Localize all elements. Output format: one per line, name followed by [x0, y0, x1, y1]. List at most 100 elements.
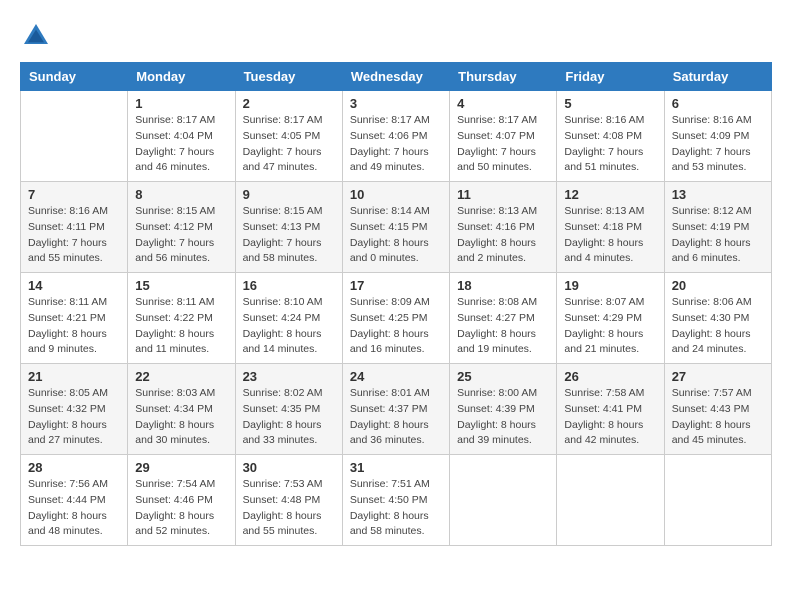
- table-cell: 20 Sunrise: 8:06 AMSunset: 4:30 PMDaylig…: [664, 273, 771, 364]
- table-cell: 1 Sunrise: 8:17 AMSunset: 4:04 PMDayligh…: [128, 91, 235, 182]
- day-number: 6: [672, 96, 764, 111]
- day-number: 16: [243, 278, 335, 293]
- day-detail: Sunrise: 8:14 AMSunset: 4:15 PMDaylight:…: [350, 205, 430, 264]
- day-number: 10: [350, 187, 442, 202]
- table-cell: 28 Sunrise: 7:56 AMSunset: 4:44 PMDaylig…: [21, 455, 128, 546]
- day-number: 13: [672, 187, 764, 202]
- day-detail: Sunrise: 8:12 AMSunset: 4:19 PMDaylight:…: [672, 205, 752, 264]
- col-tuesday: Tuesday: [235, 63, 342, 91]
- day-detail: Sunrise: 8:13 AMSunset: 4:16 PMDaylight:…: [457, 205, 537, 264]
- day-number: 2: [243, 96, 335, 111]
- day-detail: Sunrise: 8:16 AMSunset: 4:11 PMDaylight:…: [28, 205, 108, 264]
- header-row: Sunday Monday Tuesday Wednesday Thursday…: [21, 63, 772, 91]
- day-number: 22: [135, 369, 227, 384]
- day-detail: Sunrise: 8:17 AMSunset: 4:05 PMDaylight:…: [243, 114, 323, 173]
- week-row-1: 1 Sunrise: 8:17 AMSunset: 4:04 PMDayligh…: [21, 91, 772, 182]
- day-detail: Sunrise: 7:58 AMSunset: 4:41 PMDaylight:…: [564, 387, 644, 446]
- table-cell: 5 Sunrise: 8:16 AMSunset: 4:08 PMDayligh…: [557, 91, 664, 182]
- day-detail: Sunrise: 8:11 AMSunset: 4:22 PMDaylight:…: [135, 296, 214, 355]
- week-row-2: 7 Sunrise: 8:16 AMSunset: 4:11 PMDayligh…: [21, 182, 772, 273]
- day-number: 27: [672, 369, 764, 384]
- day-number: 23: [243, 369, 335, 384]
- day-number: 21: [28, 369, 120, 384]
- day-number: 28: [28, 460, 120, 475]
- table-cell: 17 Sunrise: 8:09 AMSunset: 4:25 PMDaylig…: [342, 273, 449, 364]
- table-cell: 10 Sunrise: 8:14 AMSunset: 4:15 PMDaylig…: [342, 182, 449, 273]
- logo-icon: [20, 20, 52, 52]
- day-detail: Sunrise: 8:16 AMSunset: 4:08 PMDaylight:…: [564, 114, 644, 173]
- day-detail: Sunrise: 8:17 AMSunset: 4:04 PMDaylight:…: [135, 114, 215, 173]
- day-detail: Sunrise: 8:07 AMSunset: 4:29 PMDaylight:…: [564, 296, 644, 355]
- day-detail: Sunrise: 7:54 AMSunset: 4:46 PMDaylight:…: [135, 478, 215, 537]
- day-number: 29: [135, 460, 227, 475]
- col-saturday: Saturday: [664, 63, 771, 91]
- table-cell: 18 Sunrise: 8:08 AMSunset: 4:27 PMDaylig…: [450, 273, 557, 364]
- day-number: 7: [28, 187, 120, 202]
- table-cell: 30 Sunrise: 7:53 AMSunset: 4:48 PMDaylig…: [235, 455, 342, 546]
- table-cell: 23 Sunrise: 8:02 AMSunset: 4:35 PMDaylig…: [235, 364, 342, 455]
- col-thursday: Thursday: [450, 63, 557, 91]
- table-cell: [450, 455, 557, 546]
- day-number: 17: [350, 278, 442, 293]
- day-number: 30: [243, 460, 335, 475]
- day-detail: Sunrise: 8:15 AMSunset: 4:12 PMDaylight:…: [135, 205, 215, 264]
- day-detail: Sunrise: 8:06 AMSunset: 4:30 PMDaylight:…: [672, 296, 752, 355]
- col-monday: Monday: [128, 63, 235, 91]
- day-detail: Sunrise: 7:57 AMSunset: 4:43 PMDaylight:…: [672, 387, 752, 446]
- col-friday: Friday: [557, 63, 664, 91]
- day-number: 14: [28, 278, 120, 293]
- table-cell: 6 Sunrise: 8:16 AMSunset: 4:09 PMDayligh…: [664, 91, 771, 182]
- table-cell: 16 Sunrise: 8:10 AMSunset: 4:24 PMDaylig…: [235, 273, 342, 364]
- table-cell: 12 Sunrise: 8:13 AMSunset: 4:18 PMDaylig…: [557, 182, 664, 273]
- table-cell: 8 Sunrise: 8:15 AMSunset: 4:12 PMDayligh…: [128, 182, 235, 273]
- day-detail: Sunrise: 8:16 AMSunset: 4:09 PMDaylight:…: [672, 114, 752, 173]
- day-detail: Sunrise: 7:51 AMSunset: 4:50 PMDaylight:…: [350, 478, 430, 537]
- day-detail: Sunrise: 8:11 AMSunset: 4:21 PMDaylight:…: [28, 296, 107, 355]
- day-detail: Sunrise: 8:00 AMSunset: 4:39 PMDaylight:…: [457, 387, 537, 446]
- table-cell: [557, 455, 664, 546]
- table-cell: 13 Sunrise: 8:12 AMSunset: 4:19 PMDaylig…: [664, 182, 771, 273]
- table-cell: 7 Sunrise: 8:16 AMSunset: 4:11 PMDayligh…: [21, 182, 128, 273]
- table-cell: [664, 455, 771, 546]
- day-number: 11: [457, 187, 549, 202]
- day-detail: Sunrise: 7:56 AMSunset: 4:44 PMDaylight:…: [28, 478, 108, 537]
- day-number: 9: [243, 187, 335, 202]
- week-row-3: 14 Sunrise: 8:11 AMSunset: 4:21 PMDaylig…: [21, 273, 772, 364]
- day-detail: Sunrise: 8:08 AMSunset: 4:27 PMDaylight:…: [457, 296, 537, 355]
- table-cell: 15 Sunrise: 8:11 AMSunset: 4:22 PMDaylig…: [128, 273, 235, 364]
- day-number: 24: [350, 369, 442, 384]
- day-number: 15: [135, 278, 227, 293]
- logo: [20, 20, 56, 52]
- day-number: 26: [564, 369, 656, 384]
- day-detail: Sunrise: 8:09 AMSunset: 4:25 PMDaylight:…: [350, 296, 430, 355]
- day-number: 5: [564, 96, 656, 111]
- day-number: 31: [350, 460, 442, 475]
- day-detail: Sunrise: 8:17 AMSunset: 4:07 PMDaylight:…: [457, 114, 537, 173]
- week-row-4: 21 Sunrise: 8:05 AMSunset: 4:32 PMDaylig…: [21, 364, 772, 455]
- col-sunday: Sunday: [21, 63, 128, 91]
- table-cell: 26 Sunrise: 7:58 AMSunset: 4:41 PMDaylig…: [557, 364, 664, 455]
- day-detail: Sunrise: 8:02 AMSunset: 4:35 PMDaylight:…: [243, 387, 323, 446]
- day-detail: Sunrise: 8:01 AMSunset: 4:37 PMDaylight:…: [350, 387, 430, 446]
- day-detail: Sunrise: 8:17 AMSunset: 4:06 PMDaylight:…: [350, 114, 430, 173]
- day-detail: Sunrise: 8:15 AMSunset: 4:13 PMDaylight:…: [243, 205, 323, 264]
- day-detail: Sunrise: 8:05 AMSunset: 4:32 PMDaylight:…: [28, 387, 108, 446]
- calendar-table: Sunday Monday Tuesday Wednesday Thursday…: [20, 62, 772, 546]
- week-row-5: 28 Sunrise: 7:56 AMSunset: 4:44 PMDaylig…: [21, 455, 772, 546]
- day-number: 19: [564, 278, 656, 293]
- table-cell: 14 Sunrise: 8:11 AMSunset: 4:21 PMDaylig…: [21, 273, 128, 364]
- table-cell: 25 Sunrise: 8:00 AMSunset: 4:39 PMDaylig…: [450, 364, 557, 455]
- table-cell: 24 Sunrise: 8:01 AMSunset: 4:37 PMDaylig…: [342, 364, 449, 455]
- table-cell: 22 Sunrise: 8:03 AMSunset: 4:34 PMDaylig…: [128, 364, 235, 455]
- table-cell: 21 Sunrise: 8:05 AMSunset: 4:32 PMDaylig…: [21, 364, 128, 455]
- table-cell: 27 Sunrise: 7:57 AMSunset: 4:43 PMDaylig…: [664, 364, 771, 455]
- day-number: 12: [564, 187, 656, 202]
- table-cell: [21, 91, 128, 182]
- day-number: 1: [135, 96, 227, 111]
- table-cell: 19 Sunrise: 8:07 AMSunset: 4:29 PMDaylig…: [557, 273, 664, 364]
- day-detail: Sunrise: 7:53 AMSunset: 4:48 PMDaylight:…: [243, 478, 323, 537]
- day-detail: Sunrise: 8:10 AMSunset: 4:24 PMDaylight:…: [243, 296, 323, 355]
- day-number: 18: [457, 278, 549, 293]
- col-wednesday: Wednesday: [342, 63, 449, 91]
- day-number: 3: [350, 96, 442, 111]
